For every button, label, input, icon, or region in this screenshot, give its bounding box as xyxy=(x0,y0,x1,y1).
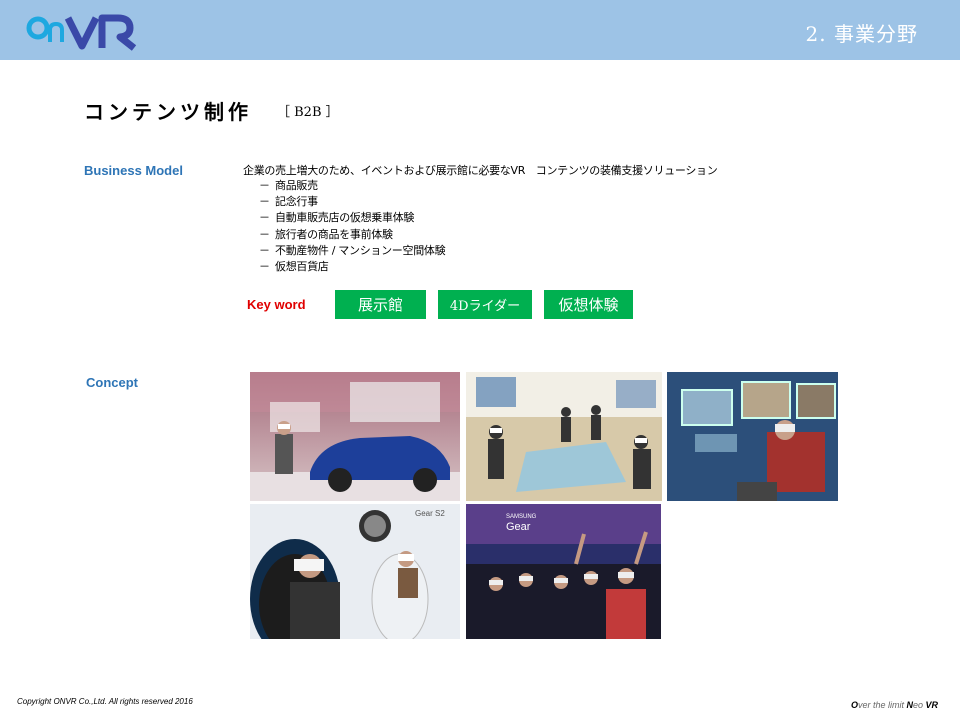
onvr-logo xyxy=(26,14,137,51)
page-title: コンテンツ制作 xyxy=(84,100,252,124)
samsung-gear-vr-crowd-photo: SAMSUNG Gear xyxy=(466,504,661,639)
page-tag: ［ B2B ］ xyxy=(277,105,339,120)
keyword-badge-exhibition: 展示館 xyxy=(335,290,426,319)
dash-bullet: － xyxy=(259,211,270,225)
dash-bullet: － xyxy=(259,260,270,274)
list-item: －記念行事 xyxy=(259,194,445,210)
dash-bullet: － xyxy=(259,195,270,209)
dash-bullet: － xyxy=(259,179,270,192)
svg-text:Gear S2: Gear S2 xyxy=(415,509,445,518)
svg-text:SAMSUNG: SAMSUNG xyxy=(506,514,537,520)
svg-text:Gear: Gear xyxy=(506,521,531,533)
slogan-text: Over the limit Neo VR xyxy=(850,700,938,710)
dash-bullet: － xyxy=(259,243,270,257)
header-bar: 2. 事業分野 xyxy=(0,0,960,60)
list-item: －商品販売 xyxy=(259,178,445,194)
list-item: －自動車販売店の仮想乗車体験 xyxy=(259,210,445,226)
keyword-badge-virtual-experience: 仮想体験 xyxy=(544,290,633,319)
list-item: －仮想百貨店 xyxy=(259,259,445,275)
car-showroom-vr-photo xyxy=(250,372,460,501)
exhibition-vr-photo xyxy=(466,372,662,501)
keyword-label: Key word xyxy=(247,297,306,312)
business-model-intro: 企業の売上増大のため、イベントおよび展示館に必要なVR コンテンツの装備支援ソリ… xyxy=(243,164,718,177)
section-title: 2. 事業分野 xyxy=(805,22,918,46)
gear-s2-vr-chair-photo: Gear S2 xyxy=(250,504,460,639)
list-item: －旅行者の商品を事前体験 xyxy=(259,227,445,243)
keyword-badge-4d-rider: 4Dライダー xyxy=(438,290,532,319)
list-item: －不動産物件 / マンションー空間体験 xyxy=(259,243,446,259)
virtual-house-vr-photo xyxy=(667,372,838,501)
business-model-label: Business Model xyxy=(84,163,183,178)
concept-label: Concept xyxy=(86,375,138,390)
copyright-text: Copyright ONVR Co.,Ltd. All rights reser… xyxy=(17,697,193,706)
business-model-list: －商品販売 －記念行事 －自動車販売店の仮想乗車体験 －旅行者の商品を事前体験 … xyxy=(259,178,446,275)
dash-bullet: － xyxy=(259,227,270,241)
